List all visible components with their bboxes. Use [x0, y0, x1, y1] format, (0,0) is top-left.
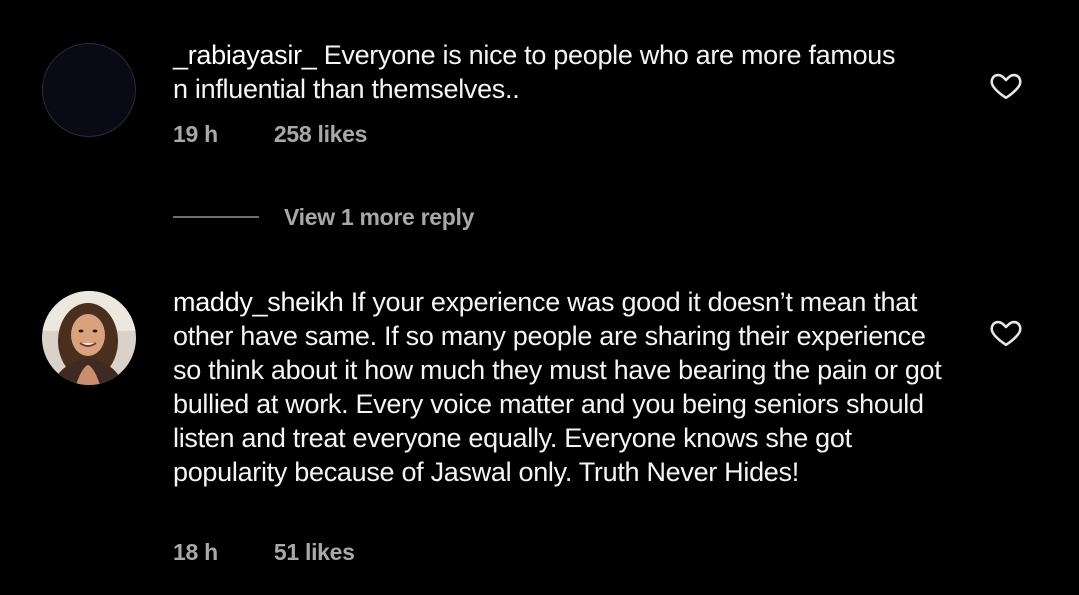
- comment-item: maddy_sheikh If your experience was good…: [0, 270, 1079, 595]
- view-more-replies-button[interactable]: View 1 more reply: [173, 200, 474, 234]
- comment-meta: 18 h 51 likes: [173, 539, 355, 566]
- view-more-replies-label[interactable]: View 1 more reply: [284, 204, 474, 231]
- comment-likes-count[interactable]: 258 likes: [274, 121, 368, 147]
- comment-username[interactable]: maddy_sheikh: [173, 287, 344, 317]
- comment-timestamp: 18 h: [173, 539, 218, 565]
- avatar[interactable]: [42, 43, 136, 137]
- comment-body: maddy_sheikh If your experience was good…: [173, 285, 943, 489]
- comment-username[interactable]: _rabiayasir_: [173, 40, 317, 70]
- comment-text-line-2: n influential than themselves..: [173, 74, 520, 104]
- avatar[interactable]: [42, 291, 136, 385]
- comment-body: _rabiayasir_ Everyone is nice to people …: [173, 38, 963, 106]
- comment-timestamp: 19 h: [173, 121, 218, 147]
- comment-item: _rabiayasir_ Everyone is nice to people …: [0, 0, 1079, 200]
- comment-text: If your experience was good it doesn’t m…: [173, 287, 942, 487]
- comment-line: _rabiayasir_ Everyone is nice to people …: [173, 38, 963, 72]
- comment-meta: 19 h 258 likes: [173, 121, 367, 148]
- profile-photo-icon: [42, 291, 136, 385]
- replies-divider-line: [173, 216, 259, 218]
- heart-outline-icon[interactable]: [989, 68, 1023, 102]
- comment-likes-count[interactable]: 51 likes: [274, 539, 355, 565]
- heart-outline-icon[interactable]: [989, 315, 1023, 349]
- comment-text-line-1: Everyone is nice to people who are more …: [323, 40, 896, 70]
